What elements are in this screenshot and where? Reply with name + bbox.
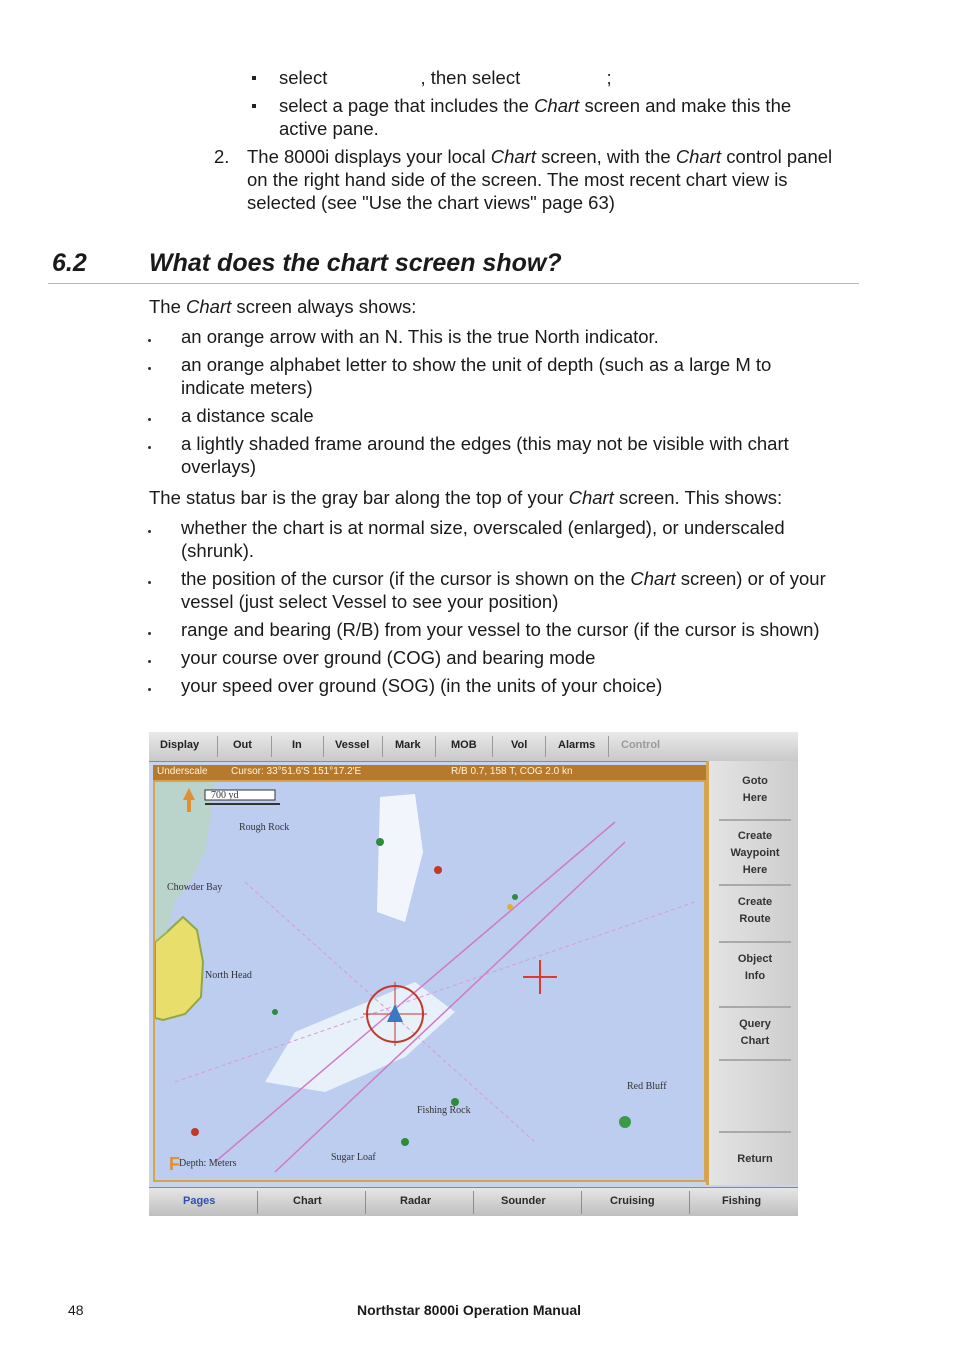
list-item: your speed over ground (SOG) (in the uni…	[181, 675, 663, 696]
dot-bullet	[148, 418, 151, 421]
dot-bullet	[148, 446, 151, 449]
menu-mob: MOB	[451, 739, 477, 751]
chart-screen-screenshot: Display Out In Vessel Mark MOB Vol Alarm…	[149, 732, 798, 1216]
tab-chart[interactable]: Chart	[293, 1195, 322, 1207]
menu-out: Out	[233, 739, 252, 751]
menu-display: Display	[160, 739, 200, 751]
menu-separator	[608, 736, 609, 757]
tab-separator	[581, 1191, 582, 1214]
manual-title: Northstar 8000i Operation Manual	[357, 1302, 582, 1318]
goto-here-button[interactable]: Goto Here	[717, 773, 793, 807]
list-item: an orange arrow with an N. This is the t…	[181, 326, 659, 347]
menu-separator	[217, 736, 218, 757]
panel-divider	[719, 819, 791, 821]
section-number: 6.2	[52, 249, 87, 277]
map-label: Rough Rock	[239, 822, 290, 833]
status-bar-lead: The status bar is the gray bar along the…	[149, 487, 783, 508]
menu-control: Control	[621, 739, 661, 751]
map-scale-label: 700 yd	[211, 790, 239, 801]
bullet-text-select-then-select: select , then select ;	[279, 67, 612, 88]
list-item: a lightly shaded frame around the edges …	[181, 433, 789, 477]
query-chart-button[interactable]: Query Chart	[717, 1016, 793, 1050]
list-item: a distance scale	[181, 405, 314, 426]
menu-separator	[435, 736, 436, 757]
square-bullet	[252, 76, 256, 80]
panel-divider	[719, 941, 791, 943]
tab-separator	[689, 1191, 690, 1214]
menu-vol: Vol	[511, 739, 528, 751]
tab-separator	[257, 1191, 258, 1214]
bullet-text-select-page: select a page that includes the Chart sc…	[279, 95, 792, 139]
create-route-button[interactable]: Create Route	[717, 894, 793, 928]
status-range-bearing: R/B 0.7, 158 T, COG 2.0 kn	[451, 766, 573, 777]
list-item: your course over ground (COG) and bearin…	[181, 647, 596, 668]
tab-radar[interactable]: Radar	[400, 1195, 431, 1207]
list-item: the position of the cursor (if the curso…	[181, 568, 826, 612]
status-cursor: Cursor: 33°51.6'S 151°17.2'E	[231, 766, 362, 777]
dot-bullet	[148, 339, 151, 342]
dot-bullet	[148, 660, 151, 663]
menu-separator	[492, 736, 493, 757]
chart-map: F 700 yd Rough Rock Chowder Bay North He…	[153, 780, 706, 1182]
object-info-button[interactable]: Object Info	[717, 951, 793, 985]
panel-divider	[719, 1006, 791, 1008]
top-menu-bar: Display Out In Vessel Mark MOB Vol Alarm…	[149, 732, 798, 762]
tab-pages[interactable]: Pages	[183, 1195, 215, 1207]
page-number: 48	[68, 1302, 84, 1318]
menu-alarms: Alarms	[558, 739, 596, 751]
panel-divider	[719, 1059, 791, 1061]
list-item: whether the chart is at normal size, ove…	[181, 517, 785, 561]
always-shows-lead: The Chart screen always shows:	[149, 296, 417, 317]
panel-divider	[719, 1131, 791, 1133]
status-scale: Underscale	[157, 766, 208, 777]
step-number: 2.	[214, 146, 230, 167]
menu-separator	[271, 736, 272, 757]
section-title: What does the chart screen show?	[149, 249, 562, 277]
menu-in: In	[292, 739, 302, 751]
tab-separator	[365, 1191, 366, 1214]
square-bullet	[252, 104, 256, 108]
page-tab-bar: Pages Chart Radar Sounder Cruising Fishi…	[149, 1187, 798, 1216]
create-waypoint-here-button[interactable]: Create Waypoint Here	[717, 828, 793, 879]
tab-fishing[interactable]: Fishing	[722, 1195, 761, 1207]
menu-mark: Mark	[395, 739, 421, 751]
map-label: Chowder Bay	[167, 882, 223, 893]
dot-bullet	[148, 530, 151, 533]
list-item: range and bearing (R/B) from your vessel…	[181, 619, 820, 640]
dot-bullet	[148, 367, 151, 370]
chart-map-graphic: F	[155, 782, 696, 1174]
dot-bullet	[148, 688, 151, 691]
section-divider	[48, 283, 859, 284]
chart-status-bar: Underscale Cursor: 33°51.6'S 151°17.2'E …	[153, 765, 706, 780]
menu-separator	[545, 736, 546, 757]
dot-bullet	[148, 632, 151, 635]
menu-separator	[382, 736, 383, 757]
list-item: an orange alphabet letter to show the un…	[181, 354, 772, 398]
tab-cruising[interactable]: Cruising	[610, 1195, 655, 1207]
return-button[interactable]: Return	[717, 1151, 793, 1168]
map-label: North Head	[205, 970, 252, 981]
dot-bullet	[148, 581, 151, 584]
tab-sounder[interactable]: Sounder	[501, 1195, 546, 1207]
chart-control-panel: Goto Here Create Waypoint Here Create Route …	[706, 761, 798, 1185]
menu-vessel: Vessel	[335, 739, 370, 751]
map-label: Sugar Loaf	[331, 1152, 376, 1163]
map-label: Fishing Rock	[417, 1105, 471, 1116]
map-label: Depth: Meters	[179, 1158, 237, 1169]
tab-separator	[473, 1191, 474, 1214]
map-label: Red Bluff	[627, 1081, 667, 1092]
step-2-text: The 8000i displays your local Chart scre…	[247, 146, 833, 213]
menu-separator	[323, 736, 324, 757]
panel-divider	[719, 884, 791, 886]
